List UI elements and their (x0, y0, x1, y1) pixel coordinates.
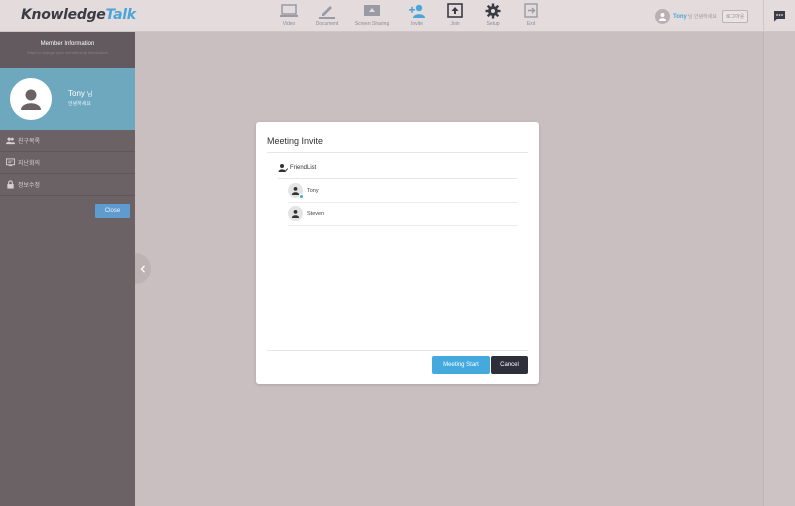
app-logo[interactable]: KnowledgeTalk (21, 7, 136, 23)
top-bar: KnowledgeTalk Video Document Screen Shar… (0, 0, 795, 32)
document-icon (319, 6, 335, 19)
person-icon (21, 89, 41, 110)
screen-sharing-icon (364, 5, 380, 16)
meeting-start-button[interactable]: Meeting Start (432, 356, 490, 374)
toolbar-screen-sharing-label: Screen Sharing (354, 21, 390, 27)
profile-name-text: Tony (68, 89, 85, 98)
profile-card: Tony 님 안녕하세요 (0, 68, 135, 130)
toolbar-exit-label: Exit (526, 21, 536, 27)
sidebar-close-button[interactable]: Close (95, 204, 130, 218)
friend-name: Steven (307, 210, 325, 217)
person-icon (291, 186, 300, 195)
friend-name: Tony (307, 187, 319, 194)
toolbar-video-button[interactable]: Video (270, 3, 308, 29)
person-icon (291, 209, 300, 218)
friend-avatar (288, 206, 303, 221)
profile-name-suffix: 님 (86, 92, 93, 98)
sidebar-item-label: 정보수정 (18, 183, 41, 189)
join-icon (447, 3, 463, 18)
profile-greeting: 안녕하세요 (68, 101, 92, 107)
friends-icon (6, 137, 15, 145)
toolbar-setup-label: Setup (486, 21, 500, 27)
user-avatar (655, 9, 670, 24)
person-icon (658, 12, 667, 21)
toolbar-join-button[interactable]: Join (436, 3, 474, 29)
logo-accent: Talk (105, 7, 137, 23)
user-greeting: 님 안녕하세요 (687, 14, 717, 20)
divider (267, 350, 528, 351)
sidebar-item-friends[interactable]: 친구목록 (0, 130, 135, 152)
toolbar-exit-button[interactable]: Exit (512, 3, 550, 29)
right-panel (763, 32, 795, 506)
exit-icon (524, 3, 538, 18)
logo-main: Knowledge (21, 7, 106, 23)
chat-icon (774, 11, 785, 22)
sidebar-title: Member Information (40, 41, 95, 47)
divider (267, 152, 528, 153)
sidebar-item-label: 지난회의 (18, 161, 41, 167)
lock-icon (7, 180, 14, 189)
sidebar-collapse-toggle[interactable] (135, 253, 151, 284)
user-area: Tony 님 안녕하세요 로그아웃 (655, 9, 749, 24)
sidebar-item-label: 친구목록 (18, 139, 41, 145)
toolbar-screen-sharing-button[interactable]: Screen Sharing (346, 3, 398, 29)
member-sidebar: Member Information Want to change your m… (0, 32, 135, 506)
sidebar-subtitle: Want to change your membership informati… (27, 50, 108, 55)
chat-button[interactable] (763, 0, 795, 32)
cancel-button[interactable]: Cancel (491, 356, 528, 374)
past-meetings-icon (6, 158, 15, 167)
friend-list-header: FriendList (278, 163, 316, 173)
chevron-left-icon (140, 264, 145, 273)
dialog-title: Meeting Invite (267, 136, 324, 146)
sidebar-item-past-meetings[interactable]: 지난회의 (0, 152, 135, 174)
toolbar-document-button[interactable]: Document (308, 3, 346, 29)
setup-icon (485, 3, 501, 19)
toolbar-video-label: Video (282, 21, 296, 27)
video-icon (280, 4, 298, 17)
friend-row-tony[interactable]: Tony (288, 179, 517, 203)
logout-button[interactable]: 로그아웃 (721, 10, 749, 23)
friend-row-steven[interactable]: Steven (288, 202, 517, 226)
meeting-invite-dialog: Meeting Invite FriendList Tony Steven Me… (256, 122, 539, 384)
online-status-dot (299, 194, 304, 199)
invite-icon (409, 4, 425, 18)
toolbar: Video Document Screen Sharing Invite Joi… (270, 3, 550, 29)
profile-avatar (10, 78, 52, 120)
toolbar-setup-button[interactable]: Setup (474, 3, 512, 29)
toolbar-document-label: Document (315, 21, 339, 27)
friend-avatar (288, 183, 304, 199)
toolbar-invite-label: Invite (411, 21, 423, 27)
sidebar-header: Member Information Want to change your m… (0, 32, 135, 68)
friend-list-label: FriendList (290, 165, 317, 171)
sidebar-item-edit-info[interactable]: 정보수정 (0, 174, 135, 196)
user-name: Tony (673, 13, 687, 20)
friend-check-icon (278, 164, 288, 173)
toolbar-join-label: Join (450, 21, 460, 27)
profile-name: Tony 님 (68, 89, 92, 98)
toolbar-invite-button[interactable]: Invite (398, 3, 436, 29)
